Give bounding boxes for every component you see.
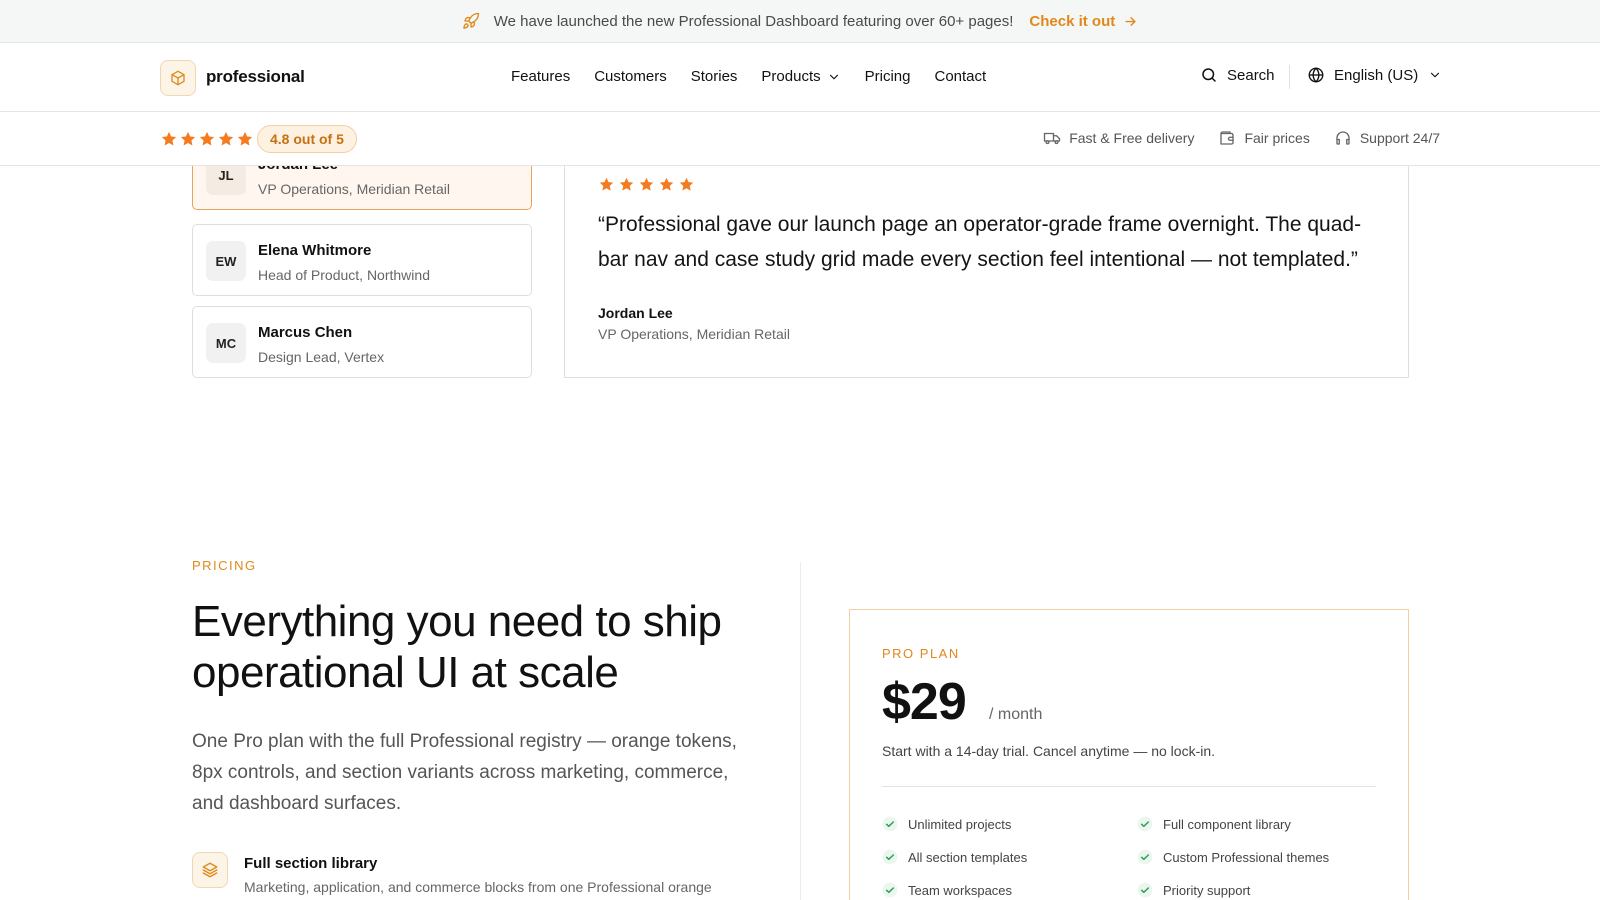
testimonial-role: VP Operations, Meridian Retail (258, 181, 450, 197)
search-label: Search (1227, 66, 1275, 84)
plan-feature-item: All section templates (882, 847, 1137, 867)
plan-feature-label: Custom Professional themes (1163, 849, 1330, 865)
plan-feature-label: Full component library (1163, 816, 1291, 832)
plan-feature-item: Custom Professional themes (1137, 847, 1392, 867)
check-it-out-label: Check it out (1029, 12, 1116, 30)
quote-stars (598, 176, 698, 193)
check-it-out-link[interactable]: Check it out (1029, 13, 1138, 30)
perk-delivery: Fast & Free delivery (1043, 129, 1194, 147)
plan-feature-label: Priority support (1163, 882, 1251, 898)
layers-icon (192, 852, 228, 888)
star-icon (619, 177, 634, 191)
plan-feature-label: Unlimited projects (908, 816, 1012, 832)
plan-feature-item: Team workspaces (882, 880, 1137, 900)
arrow-right-icon (1125, 16, 1136, 26)
star-icon (161, 131, 177, 146)
testimonial-selector-item[interactable]: EW Elena Whitmore Head of Product, North… (192, 224, 532, 296)
nav-link-products[interactable]: Products (761, 68, 840, 85)
star-icon (180, 131, 196, 146)
star-icon (199, 131, 215, 146)
testimonial-name: Elena Whitmore (258, 242, 372, 259)
wallet-icon (1220, 131, 1235, 145)
truck-icon (1044, 132, 1061, 145)
feature-title: Full section library (244, 855, 378, 872)
perks-list: Fast & Free delivery Fair prices Support… (1019, 129, 1440, 147)
section-divider (800, 562, 801, 900)
nav-link-features[interactable]: Features (511, 68, 570, 85)
avatar: EW (206, 241, 246, 281)
plan-feature-item: Full component library (1137, 814, 1392, 834)
check-icon (1137, 882, 1153, 898)
nav-link-pricing[interactable]: Pricing (865, 68, 911, 85)
cube-icon (171, 70, 185, 86)
plan-feature-label: All section templates (908, 849, 1028, 865)
announcement-text: We have launched the new Professional Da… (493, 12, 1014, 30)
nav-divider (1289, 65, 1290, 89)
star-icon (237, 131, 253, 146)
star-icon (218, 131, 234, 146)
brand-logo[interactable] (160, 60, 196, 96)
check-icon (882, 882, 898, 898)
plan-feature-item: Priority support (1137, 880, 1392, 900)
plan-trial-text: Start with a 14-day trial. Cancel anytim… (882, 743, 1216, 759)
plan-feature-list: Unlimited projects Full component library… (882, 814, 1402, 900)
language-label: English (US) (1334, 66, 1419, 84)
testimonial-quote: “Professional gave our launch page an op… (598, 213, 1362, 271)
perk-prices: Fair prices (1218, 129, 1310, 147)
star-icon (599, 177, 614, 191)
headphones-icon (1336, 131, 1350, 145)
search-icon (1202, 68, 1216, 82)
search-button[interactable]: Search (1200, 66, 1275, 84)
star-icon (639, 177, 654, 191)
language-selector[interactable]: English (US) (1307, 66, 1442, 84)
check-icon (1137, 849, 1153, 865)
perk-delivery-label: Fast & Free delivery (1069, 130, 1195, 146)
testimonial-name: Marcus Chen (258, 324, 353, 341)
plan-eyebrow: PRO PLAN (882, 646, 960, 661)
feature-description: Marketing, application, and commerce blo… (244, 879, 712, 895)
plan-divider (882, 786, 1376, 787)
brand-name[interactable]: professional (206, 67, 305, 87)
announcement-bar: We have launched the new Professional Da… (0, 0, 1600, 43)
rating-stars (160, 130, 255, 148)
globe-icon (1308, 67, 1324, 83)
rocket-icon (462, 12, 480, 30)
quote-author-role: VP Operations, Meridian Retail (598, 326, 790, 342)
nav-links: Features Customers Stories Products Pric… (511, 68, 1010, 85)
plan-period: / month (989, 706, 1043, 723)
avatar: MC (206, 323, 246, 363)
chevron-down-icon (829, 74, 838, 79)
testimonial-role: Head of Product, Northwind (258, 267, 430, 283)
rating-bar: 4.8 out of 5 Fast & Free delivery Fair p… (0, 112, 1600, 166)
plan-feature-item: Unlimited projects (882, 814, 1137, 834)
nav-link-contact[interactable]: Contact (934, 68, 986, 85)
perk-support: Support 24/7 (1334, 129, 1440, 147)
check-icon (1137, 816, 1153, 832)
check-icon (882, 849, 898, 865)
testimonial-selector-item[interactable]: MC Marcus Chen Design Lead, Vertex (192, 306, 532, 378)
nav-link-stories[interactable]: Stories (691, 68, 738, 85)
perk-prices-label: Fair prices (1244, 130, 1310, 146)
pro-plan-card: PRO PLAN $29 / month Start with a 14-day… (849, 609, 1409, 900)
pricing-title: Everything you need to ship operational … (192, 597, 722, 697)
testimonial-role: Design Lead, Vertex (258, 349, 385, 365)
chevron-down-icon (1431, 72, 1440, 78)
perk-support-label: Support 24/7 (1359, 130, 1440, 146)
quote-author-name: Jordan Lee (598, 305, 673, 321)
check-icon (882, 816, 898, 832)
pricing-eyebrow: PRICING (192, 558, 257, 573)
plan-feature-label: Team workspaces (908, 882, 1013, 898)
star-icon (679, 177, 694, 191)
pricing-description: One Pro plan with the full Professional … (192, 731, 737, 814)
star-icon (659, 177, 674, 191)
nav-link-customers[interactable]: Customers (594, 68, 667, 85)
main-nav: professional Features Customers Stories … (0, 43, 1600, 112)
nav-link-products-label: Products (761, 68, 821, 85)
rating-badge: 4.8 out of 5 (257, 125, 357, 153)
plan-price: $29 (882, 673, 967, 731)
